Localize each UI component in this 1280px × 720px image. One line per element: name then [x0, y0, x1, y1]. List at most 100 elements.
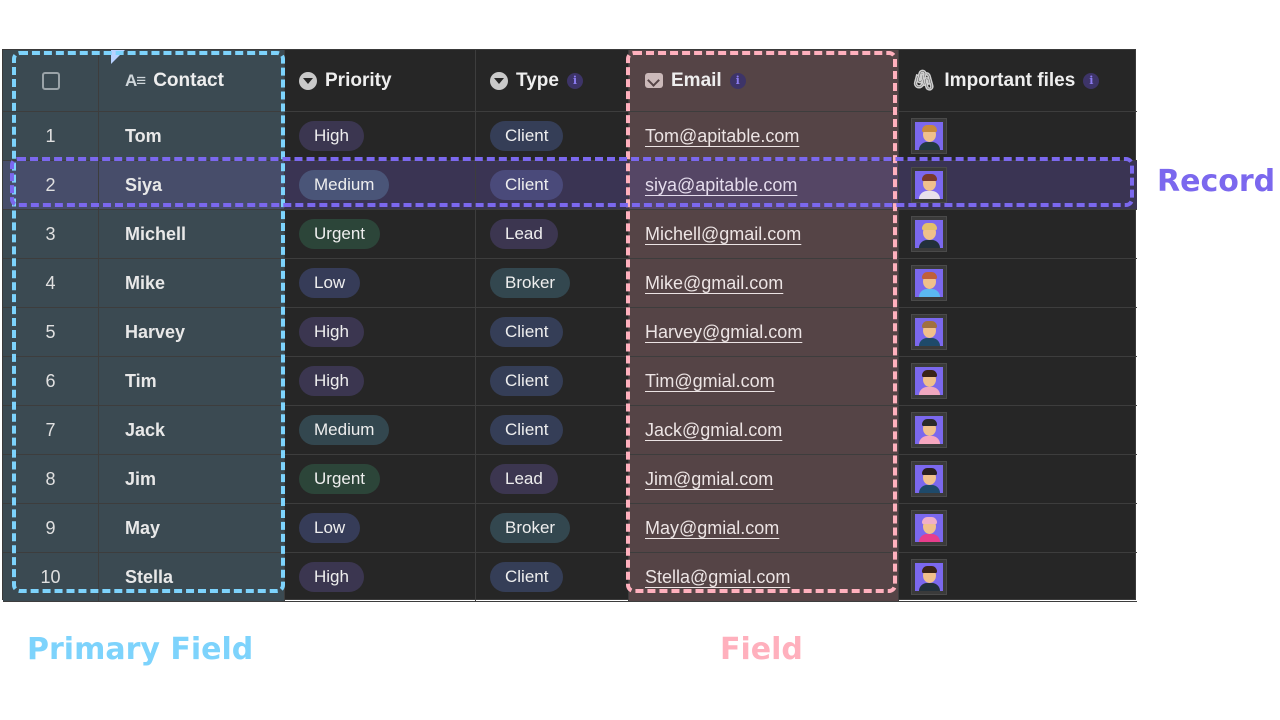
email-cell[interactable]: Jack@gmial.com: [629, 406, 899, 454]
row-number-cell[interactable]: 8: [3, 455, 99, 503]
email-cell[interactable]: Tim@gmial.com: [629, 357, 899, 405]
contact-cell[interactable]: Tim: [99, 357, 285, 405]
type-cell[interactable]: Client: [476, 112, 629, 160]
priority-cell[interactable]: High: [285, 308, 476, 356]
contact-cell[interactable]: May: [99, 504, 285, 552]
contact-cell[interactable]: Jim: [99, 455, 285, 503]
contact-cell[interactable]: Mike: [99, 259, 285, 307]
column-header-priority[interactable]: Priority: [285, 50, 476, 111]
avatar-attachment-thumbnail[interactable]: [911, 118, 947, 154]
contact-name: Michell: [125, 223, 187, 244]
priority-cell[interactable]: Urgent: [285, 210, 476, 258]
type-cell[interactable]: Broker: [476, 259, 629, 307]
row-number-cell[interactable]: 7: [3, 406, 99, 454]
priority-cell[interactable]: High: [285, 112, 476, 160]
column-header-type[interactable]: Type i: [476, 50, 629, 111]
table-row[interactable]: 10 Stella High Client Stella@gmial.com: [3, 553, 1137, 602]
email-link[interactable]: Michell@gmail.com: [645, 224, 801, 245]
email-link[interactable]: Jack@gmial.com: [645, 420, 782, 441]
contact-cell[interactable]: Stella: [99, 553, 285, 601]
important-files-cell[interactable]: [899, 357, 1137, 405]
email-link[interactable]: Jim@gmial.com: [645, 469, 773, 490]
important-files-cell[interactable]: [899, 112, 1137, 160]
type-cell[interactable]: Client: [476, 161, 629, 209]
row-number-cell[interactable]: 10: [3, 553, 99, 601]
email-link[interactable]: siya@apitable.com: [645, 175, 797, 196]
email-cell[interactable]: May@gmial.com: [629, 504, 899, 552]
email-cell[interactable]: Jim@gmial.com: [629, 455, 899, 503]
important-files-cell[interactable]: [899, 259, 1137, 307]
email-cell[interactable]: Tom@apitable.com: [629, 112, 899, 160]
priority-cell[interactable]: Low: [285, 504, 476, 552]
row-number-cell[interactable]: 9: [3, 504, 99, 552]
type-cell[interactable]: Client: [476, 357, 629, 405]
email-link[interactable]: Stella@gmial.com: [645, 567, 790, 588]
priority-cell[interactable]: High: [285, 553, 476, 601]
select-all-checkbox[interactable]: [41, 71, 60, 90]
info-icon[interactable]: i: [729, 72, 746, 89]
email-cell[interactable]: Michell@gmail.com: [629, 210, 899, 258]
important-files-cell[interactable]: [899, 308, 1137, 356]
table-row[interactable]: 9 May Low Broker May@gmial.com: [3, 504, 1137, 553]
priority-cell[interactable]: High: [285, 357, 476, 405]
important-files-cell[interactable]: [899, 553, 1137, 601]
priority-cell[interactable]: Urgent: [285, 455, 476, 503]
table-row[interactable]: 8 Jim Urgent Lead Jim@gmial.com: [3, 455, 1137, 504]
important-files-cell[interactable]: [899, 210, 1137, 258]
important-files-cell[interactable]: [899, 504, 1137, 552]
table-row[interactable]: 5 Harvey High Client Harvey@gmial.com: [3, 308, 1137, 357]
avatar-attachment-thumbnail[interactable]: [911, 265, 947, 301]
table-row[interactable]: 2 Siya Medium Client siya@apitable.com: [3, 161, 1137, 210]
column-header-contact[interactable]: A≡ Contact: [99, 50, 285, 111]
table-row[interactable]: 7 Jack Medium Client Jack@gmial.com: [3, 406, 1137, 455]
important-files-cell[interactable]: [899, 161, 1137, 209]
column-header-important-files[interactable]: 🖇 Important files i: [899, 50, 1137, 111]
contact-cell[interactable]: Jack: [99, 406, 285, 454]
email-link[interactable]: Tim@gmial.com: [645, 371, 775, 392]
info-icon[interactable]: i: [566, 72, 583, 89]
table-row[interactable]: 4 Mike Low Broker Mike@gmail.com: [3, 259, 1137, 308]
type-cell[interactable]: Broker: [476, 504, 629, 552]
email-cell[interactable]: Mike@gmail.com: [629, 259, 899, 307]
row-number-cell[interactable]: 1: [3, 112, 99, 160]
table-row[interactable]: 1 Tom High Client Tom@apitable.com: [3, 112, 1137, 161]
type-cell[interactable]: Client: [476, 406, 629, 454]
column-header-email[interactable]: Email i: [629, 50, 899, 111]
priority-cell[interactable]: Medium: [285, 406, 476, 454]
row-number-cell[interactable]: 4: [3, 259, 99, 307]
type-cell[interactable]: Client: [476, 553, 629, 601]
table-row[interactable]: 3 Michell Urgent Lead Michell@gmail.com: [3, 210, 1137, 259]
avatar-attachment-thumbnail[interactable]: [911, 167, 947, 203]
email-link[interactable]: Mike@gmail.com: [645, 273, 783, 294]
contact-cell[interactable]: Siya: [99, 161, 285, 209]
avatar-attachment-thumbnail[interactable]: [911, 363, 947, 399]
avatar-attachment-thumbnail[interactable]: [911, 461, 947, 497]
row-number-cell[interactable]: 2: [3, 161, 99, 209]
type-cell[interactable]: Client: [476, 308, 629, 356]
email-cell[interactable]: Harvey@gmial.com: [629, 308, 899, 356]
avatar-attachment-thumbnail[interactable]: [911, 510, 947, 546]
type-cell[interactable]: Lead: [476, 210, 629, 258]
important-files-cell[interactable]: [899, 455, 1137, 503]
email-link[interactable]: May@gmial.com: [645, 518, 779, 539]
info-icon[interactable]: i: [1083, 72, 1100, 89]
email-cell[interactable]: siya@apitable.com: [629, 161, 899, 209]
important-files-cell[interactable]: [899, 406, 1137, 454]
table-row[interactable]: 6 Tim High Client Tim@gmial.com: [3, 357, 1137, 406]
avatar-attachment-thumbnail[interactable]: [911, 216, 947, 252]
avatar-attachment-thumbnail[interactable]: [911, 412, 947, 448]
email-link[interactable]: Harvey@gmial.com: [645, 322, 802, 343]
priority-cell[interactable]: Low: [285, 259, 476, 307]
email-link[interactable]: Tom@apitable.com: [645, 126, 799, 147]
avatar-attachment-thumbnail[interactable]: [911, 314, 947, 350]
row-number-cell[interactable]: 5: [3, 308, 99, 356]
contact-cell[interactable]: Tom: [99, 112, 285, 160]
contact-cell[interactable]: Harvey: [99, 308, 285, 356]
avatar-attachment-thumbnail[interactable]: [911, 559, 947, 595]
type-cell[interactable]: Lead: [476, 455, 629, 503]
row-number-cell[interactable]: 6: [3, 357, 99, 405]
contact-cell[interactable]: Michell: [99, 210, 285, 258]
row-number-cell[interactable]: 3: [3, 210, 99, 258]
email-cell[interactable]: Stella@gmial.com: [629, 553, 899, 601]
priority-cell[interactable]: Medium: [285, 161, 476, 209]
